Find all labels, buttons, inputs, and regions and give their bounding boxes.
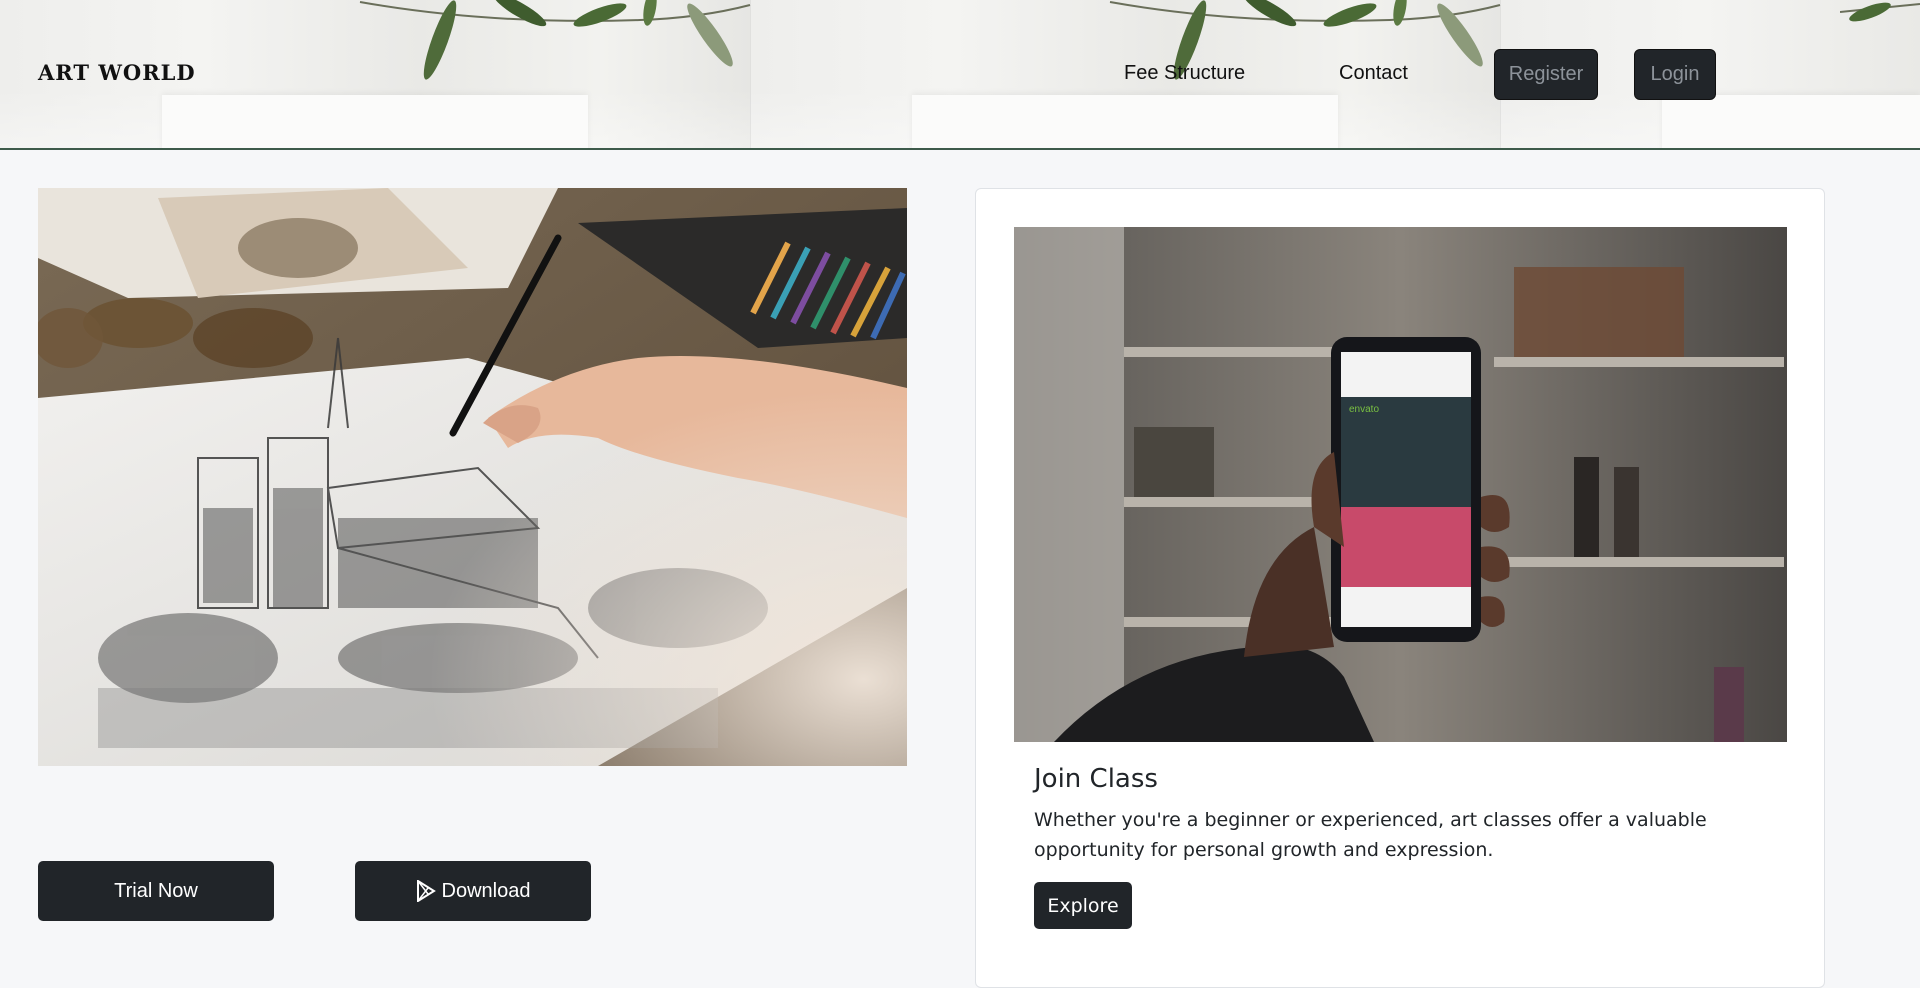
register-button[interactable]: Register — [1494, 49, 1598, 100]
phone-screen-text: envato — [1349, 404, 1379, 415]
hero-image — [38, 188, 907, 766]
play-store-icon — [416, 880, 436, 902]
brand-logo[interactable]: ART WORLD — [38, 60, 196, 85]
card-image: envato — [1014, 227, 1787, 742]
login-button[interactable]: Login — [1634, 49, 1716, 100]
header-bg-paper — [162, 95, 588, 148]
olive-branch-decoration — [1840, 2, 1920, 22]
sketching-illustration — [38, 188, 907, 766]
header-bg-paper — [912, 95, 1338, 148]
explore-button[interactable]: Explore — [1034, 882, 1132, 929]
site-header: ART WORLD Fee Structure Contact Register… — [0, 0, 1920, 150]
trial-now-button[interactable]: Trial Now — [38, 861, 274, 921]
nav-fee-structure[interactable]: Fee Structure — [1124, 62, 1245, 85]
olive-branch-decoration — [1109, 0, 1501, 80]
join-class-card: envato Join Class Whether you're a begin… — [975, 188, 1825, 988]
card-description: Whether you're a beginner or experienced… — [1034, 809, 1707, 861]
nav-contact[interactable]: Contact — [1339, 62, 1408, 85]
olive-branch-decoration — [359, 0, 751, 80]
phone-in-hand-illustration: envato — [1014, 227, 1787, 742]
download-label: Download — [441, 879, 531, 902]
header-bg-paper — [1662, 95, 1920, 148]
trial-now-label: Trial Now — [114, 879, 198, 902]
card-title: Join Class — [1034, 764, 1158, 794]
download-button[interactable]: Download — [355, 861, 591, 921]
